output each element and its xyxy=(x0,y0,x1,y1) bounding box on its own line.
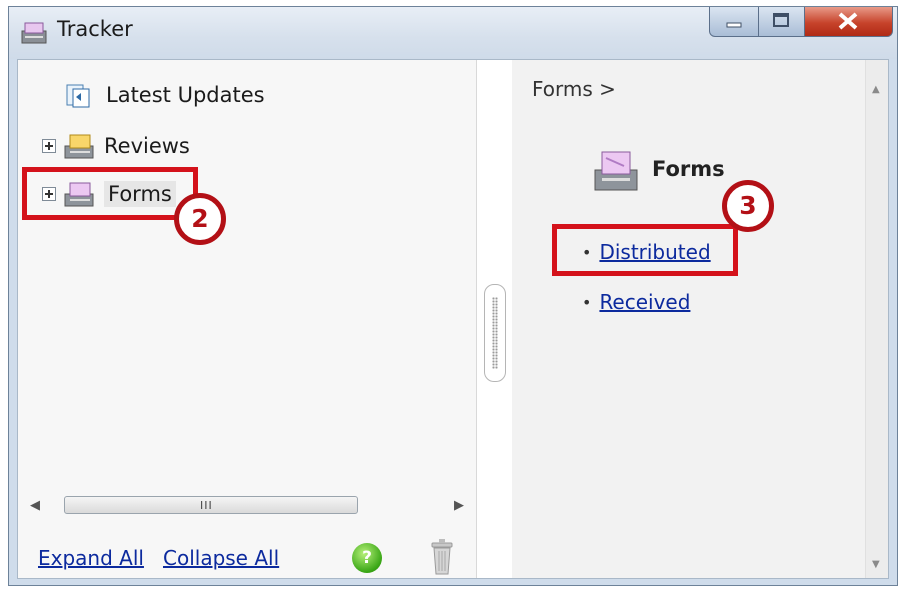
minimize-button[interactable] xyxy=(709,7,759,37)
content-pane: Forms > Forms • Distributed • Received ▲… xyxy=(512,60,888,578)
tracker-window: Tracker Latest Updates Reviews Forms ◀ I… xyxy=(8,6,898,586)
grip-icon: III xyxy=(200,499,213,512)
help-button[interactable]: ? xyxy=(352,543,382,573)
window-title: Tracker xyxy=(57,17,133,41)
step-3-highlight xyxy=(552,224,738,276)
window-controls xyxy=(709,7,893,37)
title-bar[interactable]: Tracker xyxy=(9,7,897,59)
collapse-all-link[interactable]: Collapse All xyxy=(163,546,279,570)
scroll-down-icon[interactable]: ▼ xyxy=(872,559,880,570)
maximize-icon xyxy=(773,13,789,27)
scroll-left-icon[interactable]: ◀ xyxy=(30,498,40,513)
bullet-icon: • xyxy=(582,292,592,312)
trash-icon[interactable] xyxy=(430,538,454,576)
latest-updates-icon xyxy=(66,84,90,108)
tree-item-latest-updates[interactable]: Latest Updates xyxy=(64,80,265,110)
reviews-icon xyxy=(64,134,94,159)
close-icon xyxy=(838,12,858,30)
breadcrumb: Forms > xyxy=(532,77,616,101)
list-item: • Received xyxy=(582,290,690,314)
scroll-right-icon[interactable]: ▶ xyxy=(454,498,464,513)
horizontal-scrollbar[interactable]: ◀ III ▶ xyxy=(28,494,466,516)
grip-icon xyxy=(492,297,498,369)
step-2-highlight xyxy=(22,167,198,220)
maximize-button[interactable] xyxy=(759,7,805,37)
expand-all-link[interactable]: Expand All xyxy=(38,546,144,570)
step-2-badge: 2 xyxy=(174,193,226,245)
received-link[interactable]: Received xyxy=(599,290,690,314)
client-area: Latest Updates Reviews Forms ◀ III ▶ Exp… xyxy=(17,59,889,579)
forms-icon xyxy=(594,151,638,191)
tree-item-label: Reviews xyxy=(104,134,190,158)
expand-icon[interactable] xyxy=(42,139,56,153)
page-title: Forms xyxy=(652,157,725,181)
tracker-app-icon xyxy=(21,22,47,44)
help-icon: ? xyxy=(362,548,372,568)
minimize-icon xyxy=(726,22,742,28)
tree-item-reviews[interactable]: Reviews xyxy=(42,130,190,162)
scrollbar-thumb[interactable]: III xyxy=(64,496,358,514)
step-3-badge: 3 xyxy=(722,180,774,232)
navigation-pane: Latest Updates Reviews Forms ◀ III ▶ Exp… xyxy=(18,60,477,578)
tree-item-label: Latest Updates xyxy=(106,83,265,107)
vertical-scrollbar[interactable]: ▲ ▼ xyxy=(865,60,888,578)
pane-splitter[interactable] xyxy=(484,284,506,382)
close-button[interactable] xyxy=(805,7,893,37)
scroll-up-icon[interactable]: ▲ xyxy=(872,84,880,95)
